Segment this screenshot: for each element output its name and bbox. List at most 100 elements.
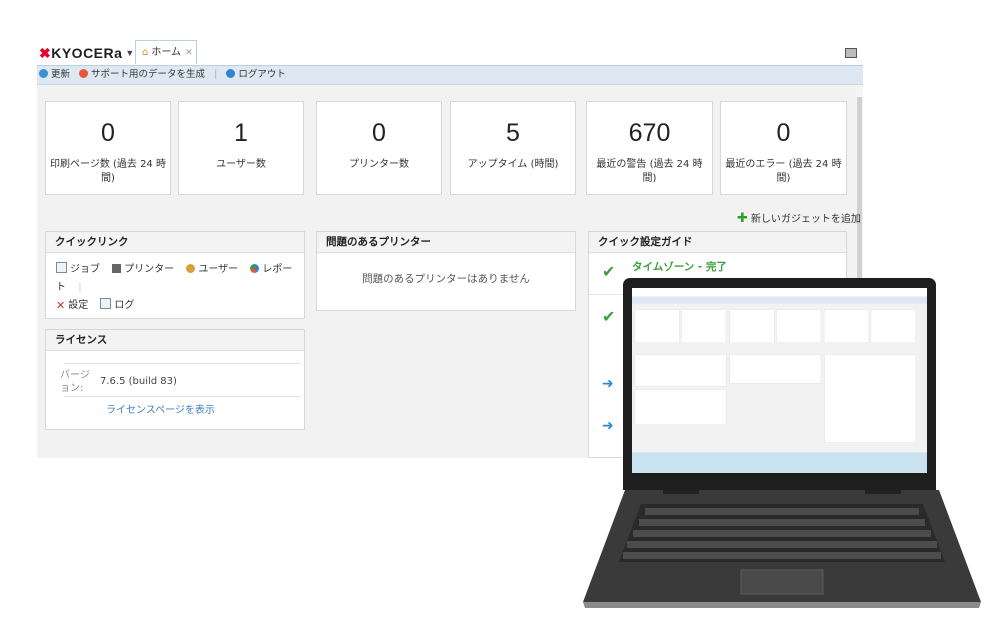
problem-printers-empty-text: 問題のあるプリンターはありません [362,273,530,285]
tools-icon: ✕ [56,299,66,312]
stat-value: 0 [372,119,386,147]
refresh-label: 更新 [51,69,71,80]
brand-menu[interactable]: ✖KYOCERa ▼ [39,45,135,62]
mini-panel [824,354,916,443]
laptop-touchpad [740,569,824,595]
license-version-value: 7.6.5 (build 83) [100,376,177,387]
quick-link-label: ログ [114,300,135,311]
mini-toolbar [632,297,927,304]
refresh-icon [39,69,48,78]
mini-panel [634,354,727,387]
key-row [623,552,941,559]
quick-link-label: プリンター [124,264,175,275]
license-panel: ライセンス バージョン: 7.6.5 (build 83) ライセンスページを表… [45,329,305,430]
mini-card [870,309,916,343]
laptop-keyboard-base [583,490,981,608]
mini-footer [632,452,927,473]
stat-card-users: 1 ユーザー数 [178,101,304,195]
key-row [645,508,919,515]
user-icon [186,264,196,273]
check-icon: ✔ [602,262,616,281]
quick-link-logs[interactable]: ログ [100,298,135,311]
laptop-hinge-left [663,490,699,494]
laptop-base-edge [583,602,981,608]
laptop-hinge-right [865,490,901,494]
support-data-label: サポート用のデータを生成 [91,69,206,80]
license-divider [64,363,300,364]
laptop-screen-bezel [623,278,936,490]
mini-panel [729,354,822,384]
problem-printers-panel: 問題のあるプリンター 問題のあるプリンターはありません [316,231,576,311]
support-data-button[interactable]: サポート用のデータを生成 [79,69,208,80]
license-divider [64,396,300,397]
chevron-down-icon: ▼ [125,48,135,58]
mini-titlebar [632,288,927,298]
logout-label: ログアウト [238,69,286,80]
title-bar: ✖KYOCERa ▼ ⌂ ホーム ✕ [37,40,863,66]
lifebuoy-icon [79,69,89,78]
quick-links-divider: | [78,282,82,293]
problem-printers-title: 問題のあるプリンター [317,232,575,253]
stat-value: 1 [234,119,248,147]
key-row [633,530,931,537]
mini-panel [634,389,727,426]
mini-card [681,309,727,343]
quick-setup-title: クイック設定ガイド [589,232,846,253]
stat-value: 670 [628,119,671,147]
kyocera-logo-icon: ✖ [39,45,52,61]
home-icon: ⌂ [142,47,149,58]
quick-link-label: ユーザー [198,264,239,275]
printer-icon [112,264,122,273]
mini-card [729,309,775,343]
log-icon [100,298,112,309]
arrow-right-icon: ➜ [602,418,614,434]
license-version-label: バージョン: [60,370,90,394]
quick-link-users[interactable]: ユーザー [186,264,238,275]
check-icon: ✔ [602,307,616,326]
logout-button[interactable]: ログアウト [226,69,286,80]
quick-link-jobs[interactable]: ジョブ [56,262,100,275]
window-icon[interactable] [845,48,857,58]
quick-link-settings[interactable]: ✕ 設定 [56,299,89,312]
license-page-link[interactable]: ライセンスページを表示 [106,401,215,416]
stat-label: 最近のエラー (過去 24 時間) [725,159,842,184]
toolbar: 更新 サポート用のデータを生成 | ログアウト [37,66,863,85]
stat-label: 最近の警告 (過去 24 時間) [596,159,703,184]
stat-card-printers: 0 プリンター数 [316,101,442,195]
plus-icon: ✚ [737,211,748,226]
tab-home[interactable]: ⌂ ホーム ✕ [135,40,197,64]
stat-value: 0 [101,119,115,147]
pie-chart-icon [250,264,260,273]
setup-step-title: タイムゾーン - 完了 [632,261,727,273]
mini-card [823,309,870,343]
quick-link-label: ジョブ [70,264,100,275]
add-gadget-button[interactable]: ✚ 新しいガジェットを追加 [737,210,861,226]
mini-card [634,309,680,343]
stat-card-uptime: 5 アップタイム (時間) [450,101,576,195]
mini-card [776,309,822,343]
stat-label: プリンター数 [349,159,409,170]
quick-links-list: ジョブ プリンター ユーザー レポート | ✕ 設定 ログ [46,253,304,315]
stat-label: ユーザー数 [216,159,266,170]
toolbar-divider: | [214,69,218,80]
add-gadget-label: 新しいガジェットを追加 [750,214,861,225]
quick-links-title: クイックリンク [46,232,304,253]
stat-value: 0 [776,119,791,147]
tab-home-label: ホーム [151,47,182,58]
document-icon [56,262,67,273]
quick-link-label: 設定 [68,300,89,311]
license-version-row: バージョン: 7.6.5 (build 83) [60,369,300,395]
stat-card-errors: 0 最近のエラー (過去 24 時間) [720,101,847,195]
quick-links-panel: クイックリンク ジョブ プリンター ユーザー レポート | ✕ 設定 ログ [45,231,305,319]
stat-value: 5 [506,119,520,147]
stat-label: アップタイム (時間) [467,159,559,170]
quick-link-printers[interactable]: プリンター [112,264,174,275]
close-icon[interactable]: ✕ [185,48,193,58]
brand-name: KYOCERa [51,45,123,61]
license-title: ライセンス [46,330,304,351]
refresh-button[interactable]: 更新 [39,69,73,80]
stat-card-printed-pages: 0 印刷ページ数 (過去 24 時間) [45,101,171,195]
stat-label: 印刷ページ数 (過去 24 時間) [50,159,166,184]
arrow-right-icon: ➜ [602,376,614,392]
key-row [639,519,925,526]
